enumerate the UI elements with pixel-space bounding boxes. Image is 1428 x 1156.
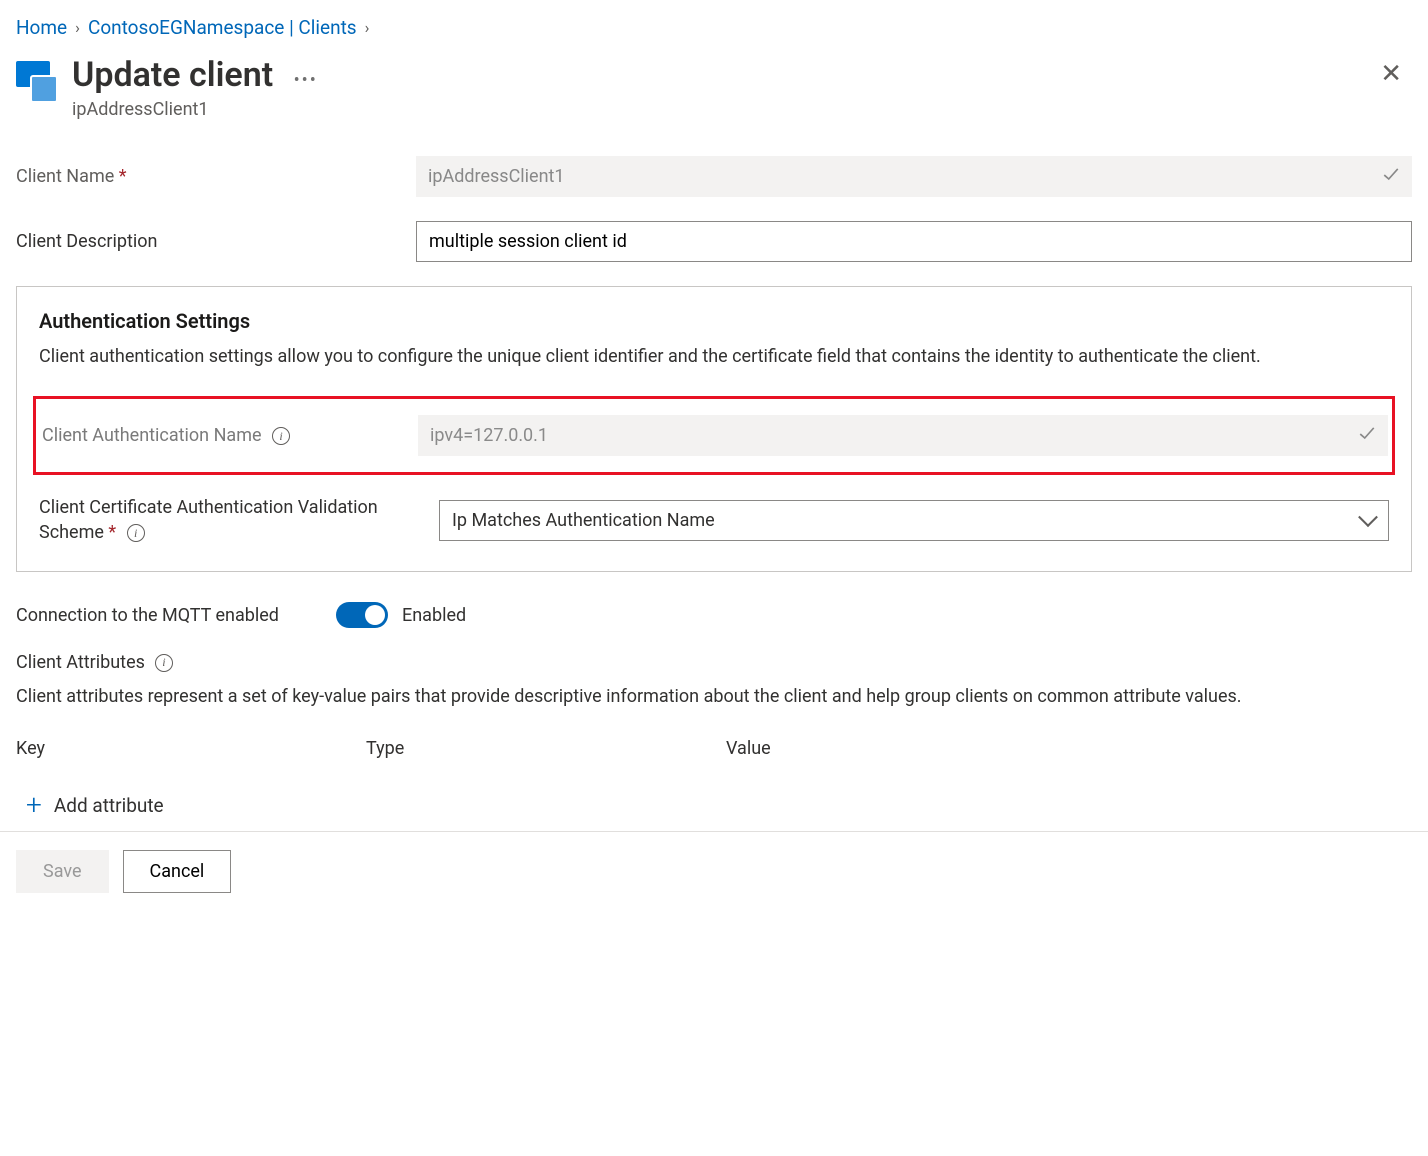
client-description-input[interactable]: [416, 221, 1412, 262]
column-type: Type: [366, 738, 726, 759]
add-attribute-button[interactable]: + Add attribute: [16, 791, 1412, 819]
label-client-auth-name: Client Authentication Name: [42, 425, 262, 446]
row-client-name: Client Name *: [16, 156, 1412, 197]
authentication-settings-panel: Authentication Settings Client authentic…: [16, 286, 1412, 572]
auth-settings-heading: Authentication Settings: [39, 309, 1389, 333]
cancel-button[interactable]: Cancel: [123, 850, 232, 893]
column-key: Key: [16, 738, 366, 759]
checkmark-icon: [1358, 424, 1376, 447]
attributes-table-header: Key Type Value: [16, 738, 1412, 759]
breadcrumb-namespace[interactable]: ContosoEGNamespace | Clients: [88, 16, 357, 39]
plus-icon: +: [26, 791, 42, 819]
mqtt-state-text: Enabled: [402, 605, 466, 626]
breadcrumb: Home › ContosoEGNamespace | Clients ›: [16, 16, 1412, 39]
client-name-input: [416, 156, 1412, 197]
page-title: Update client: [72, 55, 273, 95]
title-row: Update client ••• ipAddressClient1 ✕: [16, 55, 1412, 120]
chevron-right-icon: ›: [365, 18, 370, 37]
footer-bar: Save Cancel: [0, 831, 1428, 893]
required-indicator: *: [119, 166, 127, 187]
info-icon[interactable]: i: [127, 524, 145, 542]
page-subtitle: ipAddressClient1: [72, 99, 1356, 120]
checkmark-icon: [1382, 165, 1400, 188]
row-client-auth-name: Client Authentication Name i: [33, 396, 1395, 475]
more-actions-icon[interactable]: •••: [294, 70, 318, 91]
chevron-right-icon: ›: [75, 18, 80, 37]
label-client-name: Client Name: [16, 166, 114, 187]
client-auth-name-input: [418, 415, 1388, 456]
cert-scheme-select[interactable]: Ip Matches Authentication Name: [439, 500, 1389, 541]
row-cert-scheme: Client Certificate Authentication Valida…: [39, 495, 1389, 545]
row-mqtt-toggle: Connection to the MQTT enabled Enabled: [16, 602, 1412, 628]
client-attributes-heading: Client Attributes i: [16, 652, 1412, 673]
label-cert-scheme: Client Certificate Authentication Valida…: [39, 497, 378, 543]
client-resource-icon: [16, 61, 58, 103]
label-mqtt: Connection to the MQTT enabled: [16, 605, 336, 626]
attributes-heading-text: Client Attributes: [16, 652, 145, 673]
close-icon[interactable]: ✕: [1370, 55, 1412, 93]
client-attributes-description: Client attributes represent a set of key…: [16, 683, 1412, 710]
save-button: Save: [16, 850, 109, 893]
row-client-description: Client Description: [16, 221, 1412, 262]
add-attribute-label: Add attribute: [54, 794, 164, 817]
required-indicator: *: [108, 522, 116, 543]
label-client-description: Client Description: [16, 231, 416, 252]
column-value: Value: [726, 738, 1412, 759]
mqtt-toggle[interactable]: [336, 602, 388, 628]
breadcrumb-home[interactable]: Home: [16, 16, 67, 39]
auth-settings-description: Client authentication settings allow you…: [39, 343, 1389, 370]
info-icon[interactable]: i: [155, 654, 173, 672]
info-icon[interactable]: i: [272, 427, 290, 445]
